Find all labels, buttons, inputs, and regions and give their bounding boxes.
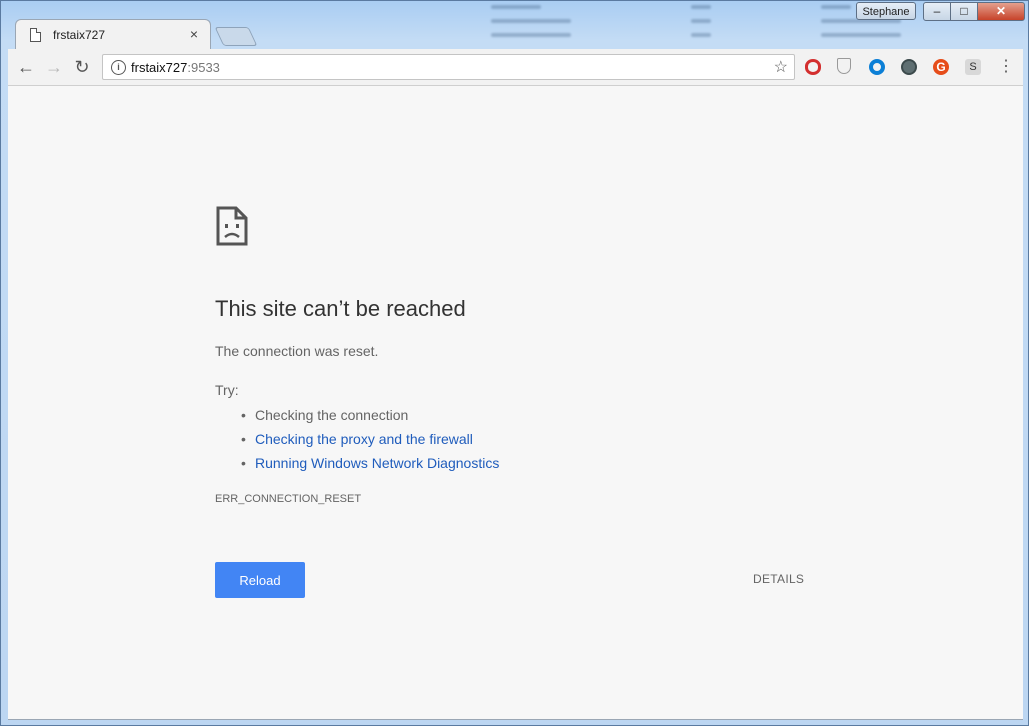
shield-icon[interactable] xyxy=(837,58,851,74)
minimize-button[interactable]: – xyxy=(923,2,951,21)
menu-icon[interactable]: ⋮ xyxy=(998,57,1014,77)
new-tab-button[interactable] xyxy=(214,27,258,46)
suggestion-network-diagnostics-link[interactable]: Running Windows Network Diagnostics xyxy=(215,451,499,475)
close-window-button[interactable]: ✕ xyxy=(977,2,1025,21)
page-icon xyxy=(30,28,41,42)
ring-icon[interactable] xyxy=(869,59,885,75)
tab-close-icon[interactable]: × xyxy=(186,26,202,42)
error-code: ERR_CONNECTION_RESET xyxy=(215,493,362,505)
forward-button[interactable]: → xyxy=(44,57,64,77)
sad-page-icon xyxy=(216,206,248,246)
url-host: frstaix727 xyxy=(131,60,188,75)
error-description: The connection was reset. xyxy=(215,343,379,359)
maximize-button[interactable]: □ xyxy=(950,2,978,21)
tab-frstaix727[interactable]: frstaix727 × xyxy=(15,19,211,51)
tab-title: frstaix727 xyxy=(53,28,106,42)
suggestion-check-proxy-link[interactable]: Checking the proxy and the firewall xyxy=(215,427,499,451)
page-content: This site can’t be reached The connectio… xyxy=(8,86,1023,720)
suggestions-list: Checking the connection Checking the pro… xyxy=(215,403,499,475)
back-button[interactable]: ← xyxy=(16,57,36,77)
bookmark-star-icon[interactable]: ☆ xyxy=(774,57,788,77)
opera-icon[interactable] xyxy=(805,59,821,75)
grammarly-icon[interactable]: G xyxy=(933,59,949,75)
reload-button[interactable]: Reload xyxy=(215,562,305,598)
s-extension-icon[interactable]: S xyxy=(965,59,981,75)
url-text[interactable]: frstaix727:9533 xyxy=(131,60,220,75)
globe-icon[interactable] xyxy=(901,59,917,75)
try-label: Try: xyxy=(215,382,239,398)
url-port: :9533 xyxy=(187,60,220,75)
details-button[interactable]: DETAILS xyxy=(753,572,804,586)
browser-window: frstaix727 × Stephane – □ ✕ ← → ↻ i frst… xyxy=(0,0,1029,726)
suggestion-check-connection: Checking the connection xyxy=(215,403,499,427)
info-icon[interactable]: i xyxy=(111,60,126,75)
browser-toolbar: ← → ↻ i frstaix727:9533 ☆ G S ⋮ xyxy=(8,49,1023,86)
profile-button[interactable]: Stephane xyxy=(856,2,916,20)
error-headline: This site can’t be reached xyxy=(215,296,466,321)
address-bar[interactable]: i frstaix727:9533 ☆ xyxy=(102,54,795,80)
reload-icon-button[interactable]: ↻ xyxy=(72,57,92,77)
